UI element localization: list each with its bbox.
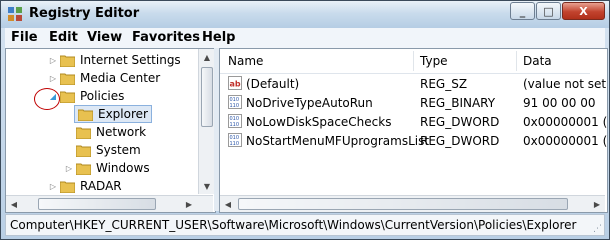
selection-highlight: Explorer bbox=[74, 105, 152, 123]
folder-icon bbox=[76, 145, 91, 157]
registry-editor-window: Registry Editor _ □ X File Edit View Fav… bbox=[0, 0, 610, 240]
expand-arrow-icon[interactable]: ▷ bbox=[64, 164, 74, 173]
menu-view[interactable]: View bbox=[87, 30, 122, 45]
value-type: REG_SZ bbox=[420, 77, 468, 91]
value-data: (value not set) bbox=[523, 77, 608, 91]
svg-text:ab: ab bbox=[230, 80, 241, 89]
column-divider[interactable] bbox=[413, 51, 414, 71]
annotation-circle bbox=[34, 88, 60, 110]
registry-tree[interactable]: ▷ Internet Settings ▷ Media Center ◢ Pol… bbox=[5, 48, 216, 213]
value-name: NoDriveTypeAutoRun bbox=[246, 96, 373, 110]
menu-help[interactable]: Help bbox=[202, 30, 235, 45]
tree-item-label: Network bbox=[96, 125, 147, 139]
value-row-nolowdiskspacechecks[interactable]: 010 110 NoLowDiskSpaceChecks REG_DWORD 0x… bbox=[220, 113, 607, 131]
scroll-right-icon[interactable]: ▶ bbox=[589, 196, 605, 212]
binary-value-icon: 010110 bbox=[228, 95, 242, 109]
tree-item-media-center[interactable]: ▷ Media Center bbox=[48, 69, 160, 87]
scrollbar-thumb[interactable] bbox=[201, 67, 213, 127]
value-type: REG_DWORD bbox=[420, 115, 500, 129]
menu-bar: File Edit View Favorites Help bbox=[5, 28, 605, 48]
tree-vertical-scrollbar[interactable]: ▲ ▼ bbox=[198, 49, 215, 194]
column-header-type[interactable]: Type bbox=[420, 54, 448, 68]
value-data: 0x00000001 (1) bbox=[523, 115, 608, 129]
value-name: NoStartMenuMFUprogramsList bbox=[246, 134, 430, 148]
value-type: REG_DWORD bbox=[420, 134, 500, 148]
menu-file[interactable]: File bbox=[11, 30, 38, 45]
tree-item-system[interactable]: System bbox=[64, 141, 141, 159]
tree-item-label: RADAR bbox=[80, 179, 122, 193]
tree-item-network[interactable]: Network bbox=[64, 123, 146, 141]
value-name: (Default) bbox=[246, 77, 300, 91]
svg-text:110: 110 bbox=[230, 103, 240, 109]
value-row-default[interactable]: ab (Default) REG_SZ (value not set) bbox=[220, 75, 607, 93]
status-bar: Computer\HKEY_CURRENT_USER\Software\Micr… bbox=[5, 214, 605, 236]
folder-icon bbox=[60, 55, 75, 67]
tree-item-label: Explorer bbox=[98, 107, 148, 121]
string-value-icon: ab bbox=[228, 76, 242, 90]
column-header-data[interactable]: Data bbox=[523, 54, 552, 68]
expand-arrow-icon[interactable]: ▷ bbox=[48, 182, 58, 191]
scroll-left-icon[interactable]: ◀ bbox=[6, 196, 22, 212]
svg-text:110: 110 bbox=[230, 122, 240, 128]
window-title: Registry Editor bbox=[29, 6, 140, 21]
list-horizontal-scrollbar[interactable]: ◀ ▶ bbox=[220, 195, 605, 212]
value-data: 0x00000001 (1) bbox=[523, 134, 608, 148]
scroll-up-icon[interactable]: ▲ bbox=[199, 49, 215, 65]
column-divider[interactable] bbox=[516, 51, 517, 71]
folder-icon bbox=[60, 73, 75, 85]
scrollbar-thumb[interactable] bbox=[38, 198, 156, 210]
dword-value-icon: 010110 bbox=[228, 133, 242, 147]
expand-arrow-icon[interactable]: ▷ bbox=[48, 74, 58, 83]
expand-arrow-icon[interactable]: ▷ bbox=[48, 56, 58, 65]
column-header-name[interactable]: Name bbox=[228, 54, 263, 68]
tree-item-label: Internet Settings bbox=[80, 53, 181, 67]
folder-icon bbox=[78, 109, 93, 121]
menu-edit[interactable]: Edit bbox=[49, 30, 78, 45]
tree-horizontal-scrollbar[interactable]: ◀ ▶ bbox=[6, 195, 213, 212]
scroll-right-icon[interactable]: ▶ bbox=[181, 196, 197, 212]
value-data: 91 00 00 00 bbox=[523, 96, 596, 110]
tree-item-internet-settings[interactable]: ▷ Internet Settings bbox=[48, 51, 181, 69]
registry-path: Computer\HKEY_CURRENT_USER\Software\Micr… bbox=[10, 218, 577, 232]
tree-item-explorer[interactable]: Explorer bbox=[64, 105, 152, 123]
tree-item-label: Media Center bbox=[80, 71, 161, 85]
tree-item-label: Policies bbox=[80, 89, 125, 103]
scroll-down-icon[interactable]: ▼ bbox=[199, 178, 215, 194]
maximize-button[interactable]: □ bbox=[536, 2, 561, 20]
close-button[interactable]: X bbox=[562, 2, 605, 20]
dword-value-icon: 010110 bbox=[228, 114, 242, 128]
tree-item-label: System bbox=[96, 143, 141, 157]
title-bar[interactable]: Registry Editor _ □ X bbox=[1, 1, 609, 28]
tree-item-windows[interactable]: ▷ Windows bbox=[64, 159, 150, 177]
folder-icon bbox=[76, 163, 91, 175]
values-list[interactable]: Name Type Data ab (Default) REG_SZ (valu… bbox=[219, 48, 608, 213]
svg-text:110: 110 bbox=[230, 141, 240, 147]
list-header: Name Type Data bbox=[220, 49, 590, 74]
folder-icon bbox=[60, 181, 75, 193]
minimize-button[interactable]: _ bbox=[510, 2, 535, 20]
folder-open-icon bbox=[60, 91, 75, 103]
tree-item-label: Windows bbox=[96, 161, 150, 175]
value-name: NoLowDiskSpaceChecks bbox=[246, 115, 392, 129]
tree-item-radar[interactable]: ▷ RADAR bbox=[48, 177, 122, 195]
scrollbar-thumb[interactable] bbox=[238, 198, 568, 210]
resize-grip-icon[interactable]: ⋰ bbox=[593, 224, 602, 234]
scroll-left-icon[interactable]: ◀ bbox=[220, 196, 236, 212]
registry-editor-icon bbox=[8, 7, 22, 21]
value-type: REG_BINARY bbox=[420, 96, 496, 110]
folder-icon bbox=[76, 127, 91, 139]
value-row-nostartmenumfuprogramslist[interactable]: 010 110 NoStartMenuMFUprogramsList REG_DW… bbox=[220, 132, 607, 150]
menu-favorites[interactable]: Favorites bbox=[132, 30, 200, 45]
value-row-nodrivetypeautorun[interactable]: 010 110 NoDriveTypeAutoRun REG_BINARY 91 … bbox=[220, 94, 600, 112]
